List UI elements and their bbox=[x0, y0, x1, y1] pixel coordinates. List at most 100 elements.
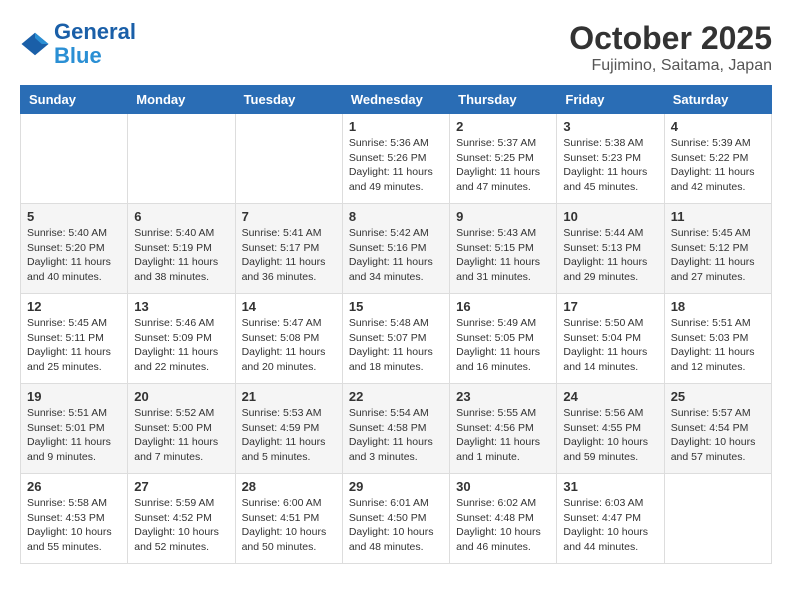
day-cell: 12 Sunrise: 5:45 AM Sunset: 5:11 PM Dayli… bbox=[21, 294, 128, 384]
day-number: 15 bbox=[349, 299, 443, 314]
day-cell: 15 Sunrise: 5:48 AM Sunset: 5:07 PM Dayli… bbox=[342, 294, 449, 384]
day-number: 12 bbox=[27, 299, 121, 314]
weekday-header-thursday: Thursday bbox=[450, 86, 557, 114]
day-info: Sunrise: 6:02 AM Sunset: 4:48 PM Dayligh… bbox=[456, 496, 550, 555]
title-block: October 2025 Fujimino, Saitama, Japan bbox=[569, 20, 772, 75]
day-cell: 20 Sunrise: 5:52 AM Sunset: 5:00 PM Dayli… bbox=[128, 384, 235, 474]
day-cell: 10Sunrise: 5:44 AM Sunset: 5:13 PM Dayli… bbox=[557, 204, 664, 294]
day-cell bbox=[235, 114, 342, 204]
day-number: 17 bbox=[563, 299, 657, 314]
day-info: Sunrise: 5:58 AM Sunset: 4:53 PM Dayligh… bbox=[27, 496, 121, 555]
day-number: 23 bbox=[456, 389, 550, 404]
day-number: 26 bbox=[27, 479, 121, 494]
day-info: Sunrise: 6:03 AM Sunset: 4:47 PM Dayligh… bbox=[563, 496, 657, 555]
calendar-table: SundayMondayTuesdayWednesdayThursdayFrid… bbox=[20, 85, 772, 564]
page-header: General Blue October 2025 Fujimino, Sait… bbox=[20, 20, 772, 75]
day-cell: 24 Sunrise: 5:56 AM Sunset: 4:55 PM Dayli… bbox=[557, 384, 664, 474]
day-info: Sunrise: 5:51 AM Sunset: 5:01 PM Dayligh… bbox=[27, 406, 121, 465]
weekday-header-friday: Friday bbox=[557, 86, 664, 114]
day-cell: 8 Sunrise: 5:42 AM Sunset: 5:16 PM Daylig… bbox=[342, 204, 449, 294]
day-info: Sunrise: 5:52 AM Sunset: 5:00 PM Dayligh… bbox=[134, 406, 228, 465]
day-info: Sunrise: 5:55 AM Sunset: 4:56 PM Dayligh… bbox=[456, 406, 550, 465]
day-info: Sunrise: 5:40 AM Sunset: 5:20 PM Dayligh… bbox=[27, 226, 121, 285]
day-number: 29 bbox=[349, 479, 443, 494]
day-number: 8 bbox=[349, 209, 443, 224]
day-info: Sunrise: 5:36 AM Sunset: 5:26 PM Dayligh… bbox=[349, 136, 443, 195]
day-number: 19 bbox=[27, 389, 121, 404]
day-number: 20 bbox=[134, 389, 228, 404]
day-info: Sunrise: 5:48 AM Sunset: 5:07 PM Dayligh… bbox=[349, 316, 443, 375]
day-info: Sunrise: 5:38 AM Sunset: 5:23 PM Dayligh… bbox=[563, 136, 657, 195]
logo-icon bbox=[20, 29, 50, 59]
week-row-5: 26 Sunrise: 5:58 AM Sunset: 4:53 PM Dayli… bbox=[21, 474, 772, 564]
weekday-header-tuesday: Tuesday bbox=[235, 86, 342, 114]
day-info: Sunrise: 5:54 AM Sunset: 4:58 PM Dayligh… bbox=[349, 406, 443, 465]
day-cell bbox=[21, 114, 128, 204]
day-info: Sunrise: 5:42 AM Sunset: 5:16 PM Dayligh… bbox=[349, 226, 443, 285]
day-cell: 21 Sunrise: 5:53 AM Sunset: 4:59 PM Dayli… bbox=[235, 384, 342, 474]
day-cell: 25 Sunrise: 5:57 AM Sunset: 4:54 PM Dayli… bbox=[664, 384, 771, 474]
day-info: Sunrise: 5:59 AM Sunset: 4:52 PM Dayligh… bbox=[134, 496, 228, 555]
day-cell bbox=[664, 474, 771, 564]
day-info: Sunrise: 5:47 AM Sunset: 5:08 PM Dayligh… bbox=[242, 316, 336, 375]
day-info: Sunrise: 5:45 AM Sunset: 5:11 PM Dayligh… bbox=[27, 316, 121, 375]
day-number: 31 bbox=[563, 479, 657, 494]
day-cell: 19 Sunrise: 5:51 AM Sunset: 5:01 PM Dayli… bbox=[21, 384, 128, 474]
day-cell: 23 Sunrise: 5:55 AM Sunset: 4:56 PM Dayli… bbox=[450, 384, 557, 474]
day-info: Sunrise: 5:39 AM Sunset: 5:22 PM Dayligh… bbox=[671, 136, 765, 195]
day-info: Sunrise: 5:37 AM Sunset: 5:25 PM Dayligh… bbox=[456, 136, 550, 195]
day-number: 1 bbox=[349, 119, 443, 134]
day-info: Sunrise: 5:50 AM Sunset: 5:04 PM Dayligh… bbox=[563, 316, 657, 375]
day-cell bbox=[128, 114, 235, 204]
day-info: Sunrise: 5:56 AM Sunset: 4:55 PM Dayligh… bbox=[563, 406, 657, 465]
day-number: 4 bbox=[671, 119, 765, 134]
day-cell: 9Sunrise: 5:43 AM Sunset: 5:15 PM Daylig… bbox=[450, 204, 557, 294]
day-number: 24 bbox=[563, 389, 657, 404]
day-number: 3 bbox=[563, 119, 657, 134]
day-number: 14 bbox=[242, 299, 336, 314]
weekday-header-wednesday: Wednesday bbox=[342, 86, 449, 114]
day-number: 2 bbox=[456, 119, 550, 134]
day-number: 21 bbox=[242, 389, 336, 404]
day-number: 28 bbox=[242, 479, 336, 494]
day-cell: 29 Sunrise: 6:01 AM Sunset: 4:50 PM Dayli… bbox=[342, 474, 449, 564]
day-cell: 5 Sunrise: 5:40 AM Sunset: 5:20 PM Daylig… bbox=[21, 204, 128, 294]
day-number: 7 bbox=[242, 209, 336, 224]
day-info: Sunrise: 5:41 AM Sunset: 5:17 PM Dayligh… bbox=[242, 226, 336, 285]
day-info: Sunrise: 5:53 AM Sunset: 4:59 PM Dayligh… bbox=[242, 406, 336, 465]
day-number: 6 bbox=[134, 209, 228, 224]
day-cell: 18Sunrise: 5:51 AM Sunset: 5:03 PM Dayli… bbox=[664, 294, 771, 384]
day-number: 27 bbox=[134, 479, 228, 494]
week-row-2: 5 Sunrise: 5:40 AM Sunset: 5:20 PM Daylig… bbox=[21, 204, 772, 294]
day-cell: 6 Sunrise: 5:40 AM Sunset: 5:19 PM Daylig… bbox=[128, 204, 235, 294]
weekday-header-saturday: Saturday bbox=[664, 86, 771, 114]
day-cell: 14 Sunrise: 5:47 AM Sunset: 5:08 PM Dayli… bbox=[235, 294, 342, 384]
day-info: Sunrise: 5:44 AM Sunset: 5:13 PM Dayligh… bbox=[563, 226, 657, 285]
day-info: Sunrise: 6:01 AM Sunset: 4:50 PM Dayligh… bbox=[349, 496, 443, 555]
day-number: 30 bbox=[456, 479, 550, 494]
month-title: October 2025 bbox=[569, 20, 772, 57]
day-info: Sunrise: 5:46 AM Sunset: 5:09 PM Dayligh… bbox=[134, 316, 228, 375]
day-info: Sunrise: 6:00 AM Sunset: 4:51 PM Dayligh… bbox=[242, 496, 336, 555]
day-cell: 22Sunrise: 5:54 AM Sunset: 4:58 PM Dayli… bbox=[342, 384, 449, 474]
day-info: Sunrise: 5:57 AM Sunset: 4:54 PM Dayligh… bbox=[671, 406, 765, 465]
day-number: 5 bbox=[27, 209, 121, 224]
weekday-header-sunday: Sunday bbox=[21, 86, 128, 114]
day-number: 25 bbox=[671, 389, 765, 404]
day-cell: 13 Sunrise: 5:46 AM Sunset: 5:09 PM Dayli… bbox=[128, 294, 235, 384]
day-info: Sunrise: 5:45 AM Sunset: 5:12 PM Dayligh… bbox=[671, 226, 765, 285]
week-row-4: 19 Sunrise: 5:51 AM Sunset: 5:01 PM Dayli… bbox=[21, 384, 772, 474]
day-cell: 3 Sunrise: 5:38 AM Sunset: 5:23 PM Daylig… bbox=[557, 114, 664, 204]
day-cell: 17 Sunrise: 5:50 AM Sunset: 5:04 PM Dayli… bbox=[557, 294, 664, 384]
day-cell: 26 Sunrise: 5:58 AM Sunset: 4:53 PM Dayli… bbox=[21, 474, 128, 564]
day-number: 13 bbox=[134, 299, 228, 314]
day-cell: 31 Sunrise: 6:03 AM Sunset: 4:47 PM Dayli… bbox=[557, 474, 664, 564]
week-row-1: 1 Sunrise: 5:36 AM Sunset: 5:26 PM Daylig… bbox=[21, 114, 772, 204]
weekday-header-monday: Monday bbox=[128, 86, 235, 114]
day-info: Sunrise: 5:40 AM Sunset: 5:19 PM Dayligh… bbox=[134, 226, 228, 285]
day-cell: 4 Sunrise: 5:39 AM Sunset: 5:22 PM Daylig… bbox=[664, 114, 771, 204]
day-number: 18 bbox=[671, 299, 765, 314]
day-number: 16 bbox=[456, 299, 550, 314]
logo-text: General Blue bbox=[54, 20, 136, 68]
day-info: Sunrise: 5:49 AM Sunset: 5:05 PM Dayligh… bbox=[456, 316, 550, 375]
